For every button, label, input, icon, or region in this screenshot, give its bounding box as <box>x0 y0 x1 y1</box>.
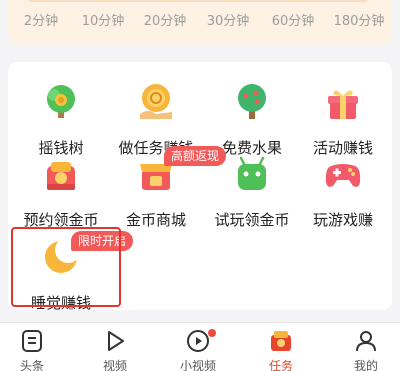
tab-task[interactable]: 任务 <box>241 327 321 371</box>
limited-time-badge: 限时开启 <box>71 231 134 251</box>
coin-hand-icon <box>136 82 176 122</box>
task-label: 预约领金币 <box>23 211 99 229</box>
task-reserve-coins[interactable]: 预约领金币 <box>13 154 109 234</box>
android-icon <box>232 154 272 194</box>
money-tree-icon <box>41 82 81 122</box>
time-option-10min[interactable]: 10分钟 <box>82 10 125 29</box>
coin-box-icon <box>41 154 81 194</box>
task-activity[interactable]: 活动赚钱 <box>295 82 391 162</box>
task-icon <box>269 329 293 353</box>
notification-dot <box>208 329 216 337</box>
short-video-icon <box>186 329 210 353</box>
task-label: 睡觉赚钱 <box>30 294 91 312</box>
time-option-20min[interactable]: 20分钟 <box>144 10 187 29</box>
tab-label: 小视频 <box>179 359 216 371</box>
gamepad-icon <box>323 154 363 194</box>
task-trial-coins[interactable]: 试玩领金币 <box>204 154 300 234</box>
task-coin-mall[interactable]: 高额返现 金币商城 <box>108 146 227 234</box>
time-option-30min[interactable]: 30分钟 <box>207 10 250 29</box>
task-label: 玩游戏赚 <box>312 211 373 229</box>
play-icon <box>103 329 127 353</box>
tab-short-video[interactable]: 小视频 <box>158 327 238 371</box>
task-play-games[interactable]: 玩游戏赚 <box>295 154 391 234</box>
tab-video[interactable]: 视频 <box>75 327 155 371</box>
task-sleep-earn[interactable]: 限时开启 睡觉赚钱 <box>13 231 134 317</box>
tab-label: 头条 <box>19 359 44 371</box>
time-option-60min[interactable]: 60分钟 <box>272 10 315 29</box>
gift-box-icon <box>323 82 363 122</box>
task-label: 试玩领金币 <box>214 211 290 229</box>
profile-icon <box>354 329 378 353</box>
time-option-180min[interactable]: 180分钟 <box>334 10 385 29</box>
tab-profile[interactable]: 我的 <box>326 327 400 371</box>
tab-label: 任务 <box>268 359 293 371</box>
task-grid-card: 摇钱树 做任务赚钱 免费水果 活动赚钱 预约领金币 高额返现 金币商城 试玩领金… <box>8 62 392 312</box>
bottom-tab-bar: 头条 视频 小视频 任务 我的 <box>0 322 400 371</box>
time-selector-card: 2分钟 10分钟 20分钟 30分钟 60分钟 180分钟 <box>8 0 392 46</box>
tab-label: 我的 <box>353 359 378 371</box>
fruit-tree-icon <box>232 82 272 122</box>
time-progress-track[interactable] <box>26 0 370 2</box>
headline-icon <box>20 329 44 353</box>
tab-label: 视频 <box>102 359 127 371</box>
task-money-tree[interactable]: 摇钱树 <box>13 82 109 162</box>
time-option-2min[interactable]: 2分钟 <box>24 10 58 29</box>
tab-headline[interactable]: 头条 <box>0 327 72 371</box>
time-labels: 2分钟 10分钟 20分钟 30分钟 60分钟 180分钟 <box>8 10 392 29</box>
task-label: 金币商城 <box>125 211 186 229</box>
